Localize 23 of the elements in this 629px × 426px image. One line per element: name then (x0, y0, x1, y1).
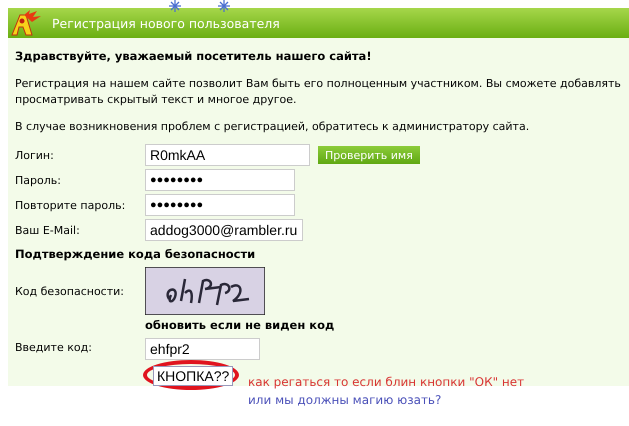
help-text: В случае возникновения проблем с регистрацией, обратитесь к администратору сайта. (15, 119, 530, 135)
field-label: Пароль: (15, 174, 62, 186)
password-field[interactable]: ●●●●●●●● (145, 169, 295, 191)
snowflake-icon (169, 0, 181, 12)
field-label: Введите код: (15, 341, 93, 354)
field-label: Ваш E-Mail: (15, 224, 81, 236)
input-field[interactable]: ehfpr2 (145, 338, 260, 360)
annotation-text: или мы должны магию юзать? (248, 392, 442, 409)
greeting-text: Здравствуйте, уважаемый посетитель нашего сайта! (15, 48, 373, 64)
field-label: Код безопасности: (15, 284, 125, 298)
field-label: Логин: (15, 148, 55, 162)
intro-text: Регистрация на нашем сайте позволит Вам быть его полноценным участником. Вы сможете добавлять просматривать скрытый текст и многое другое. (15, 76, 621, 108)
refresh-code-link[interactable]: обновить если не виден код (145, 318, 622, 332)
logo-icon (10, 9, 42, 37)
password-field[interactable]: ●●●●●●●● (145, 194, 295, 216)
section-heading: Подтверждение кода безопасности (15, 247, 256, 261)
input-field[interactable]: R0mkAA (145, 144, 310, 166)
field-label: Повторите пароль: (15, 198, 126, 212)
page-title: Регистрация нового пользователя (52, 16, 280, 30)
submit-button[interactable]: КНОПКА?? (153, 366, 234, 386)
annotation-text: как регаться то если блин кнопки "ОК" нет (248, 374, 524, 391)
input-field[interactable]: addog3000@rambler.ru (145, 219, 303, 241)
snowflake-icon (218, 0, 230, 12)
